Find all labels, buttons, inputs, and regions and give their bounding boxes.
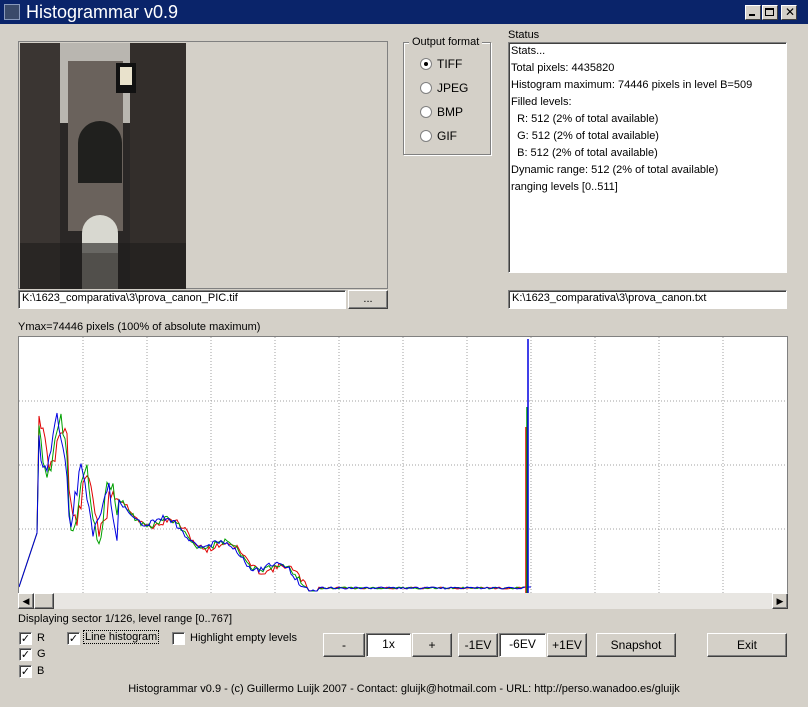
checkbox-line-histogram[interactable]: ✓ xyxy=(67,632,80,645)
zoom-out-button[interactable]: - xyxy=(323,633,365,657)
minimize-button[interactable] xyxy=(745,5,761,20)
arrow-right-icon: ▶ xyxy=(776,596,784,606)
format-label-gif: GIF xyxy=(437,129,457,143)
highlight-empty-label: Highlight empty levels xyxy=(190,632,297,644)
format-label-bmp: BMP xyxy=(437,105,464,119)
zoom-value-field[interactable]: 1x xyxy=(366,633,411,657)
checkbox-b[interactable]: ✓ xyxy=(19,665,32,678)
format-label-jpeg: JPEG xyxy=(437,81,469,95)
window-title: Histogrammar v0.9 xyxy=(26,2,179,22)
arrow-left-icon: ◀ xyxy=(22,596,30,606)
histogram-plot[interactable] xyxy=(18,336,788,594)
status-line: R: 512 (2% of total available) xyxy=(511,113,659,125)
image-path-field[interactable]: K:\1623_comparativa\3\prova_canon_PIC.ti… xyxy=(18,290,346,309)
status-line: Filled levels: xyxy=(511,96,572,108)
snapshot-button[interactable]: Snapshot xyxy=(596,633,676,657)
zoom-in-button[interactable]: + xyxy=(412,633,452,657)
image-preview-frame xyxy=(18,41,388,289)
highlight-empty-toggle[interactable]: Highlight empty levels xyxy=(172,632,297,646)
checkbox-g-label: G xyxy=(37,648,46,660)
radio-gif[interactable] xyxy=(420,130,432,142)
app-icon xyxy=(4,4,20,20)
channel-r-toggle[interactable]: ✓ R xyxy=(19,632,59,646)
radio-bmp[interactable] xyxy=(420,106,432,118)
ev-plus-button[interactable]: +1EV xyxy=(547,633,587,657)
status-line: G: 512 (2% of total available) xyxy=(511,130,659,142)
line-histogram-label: Line histogram xyxy=(82,630,160,644)
histogram-scrollbar[interactable]: ◀ ▶ xyxy=(18,593,788,609)
status-line: Stats... xyxy=(511,45,546,57)
status-textbox[interactable]: Stats... Total pixels: 4435820 Histogram… xyxy=(508,42,787,273)
sector-label: Displaying sector 1/126, level range [0.… xyxy=(18,613,233,625)
radio-jpeg[interactable] xyxy=(420,82,432,94)
checkbox-highlight-empty[interactable] xyxy=(172,632,185,645)
scroll-thumb[interactable] xyxy=(34,593,54,609)
output-path-field[interactable]: K:\1623_comparativa\3\prova_canon.txt xyxy=(508,290,787,309)
checkbox-r-label: R xyxy=(37,632,45,644)
format-option-jpeg[interactable]: JPEG xyxy=(420,81,484,95)
format-label-tiff: TIFF xyxy=(437,57,463,71)
histogram-canvas xyxy=(19,337,787,593)
minimize-icon xyxy=(749,14,755,16)
radio-tiff[interactable] xyxy=(420,58,432,70)
status-line: ranging levels [0..511] xyxy=(511,181,618,193)
maximize-button[interactable] xyxy=(762,5,778,20)
status-line: Total pixels: 4435820 xyxy=(511,62,615,74)
checkbox-b-label: B xyxy=(37,665,45,677)
format-option-tiff[interactable]: TIFF xyxy=(420,57,484,71)
close-icon: ✕ xyxy=(785,5,796,19)
checkbox-g[interactable]: ✓ xyxy=(19,648,32,661)
footer-credits: Histogrammar v0.9 - (c) Guillermo Luijk … xyxy=(128,683,680,695)
title-bar: Histogrammar v0.9 ✕ xyxy=(0,0,808,24)
ymax-label: Ymax=74446 pixels (100% of absolute maxi… xyxy=(18,321,261,333)
format-option-gif[interactable]: GIF xyxy=(420,129,484,143)
status-label: Status xyxy=(508,29,540,41)
channel-b-toggle[interactable]: ✓ B xyxy=(19,665,59,679)
maximize-icon xyxy=(765,8,774,16)
exit-button[interactable]: Exit xyxy=(707,633,787,657)
ev-value-field[interactable]: -6EV xyxy=(499,633,546,657)
output-format-label: Output format xyxy=(409,36,483,48)
ev-minus-button[interactable]: -1EV xyxy=(458,633,498,657)
scroll-right-button[interactable]: ▶ xyxy=(772,593,788,609)
status-line: B: 512 (2% of total available) xyxy=(511,147,658,159)
checkbox-r[interactable]: ✓ xyxy=(19,632,32,645)
format-option-bmp[interactable]: BMP xyxy=(420,105,484,119)
channel-g-toggle[interactable]: ✓ G xyxy=(19,648,59,662)
close-button[interactable]: ✕ xyxy=(781,5,797,20)
scroll-left-button[interactable]: ◀ xyxy=(18,593,34,609)
status-line: Histogram maximum: 74446 pixels in level… xyxy=(511,79,753,91)
preview-image xyxy=(20,43,186,289)
line-histogram-toggle[interactable]: ✓ Line histogram xyxy=(67,630,160,646)
browse-button[interactable]: ... xyxy=(348,290,388,309)
status-line: Dynamic range: 512 (2% of total availabl… xyxy=(511,164,719,176)
